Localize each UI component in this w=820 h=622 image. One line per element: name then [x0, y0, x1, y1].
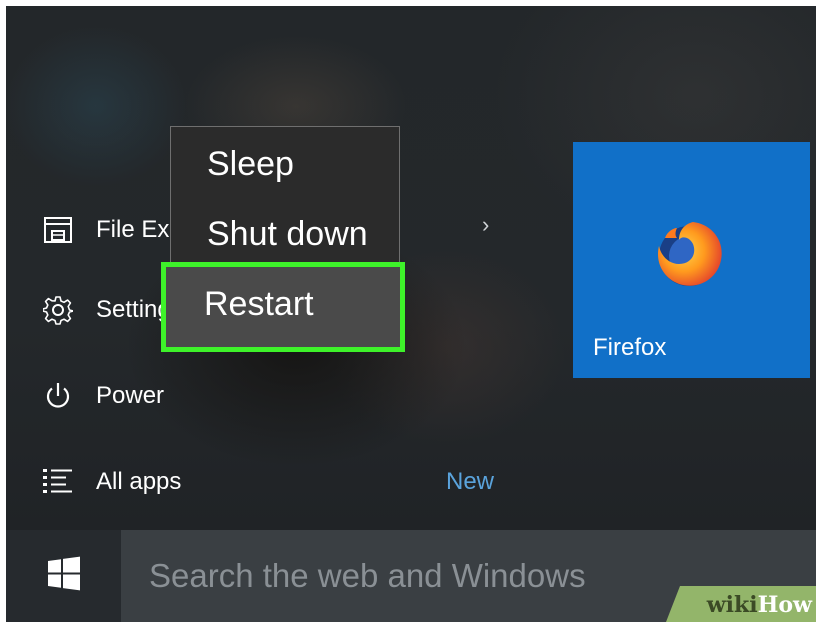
- watermark-part-wiki: wiki: [706, 592, 758, 618]
- watermark-text: wikiHow: [707, 592, 812, 618]
- firefox-tile[interactable]: Firefox: [573, 142, 810, 378]
- windows-logo-icon: [46, 556, 82, 597]
- restart-highlight[interactable]: Restart: [161, 262, 405, 352]
- taskbar: Search the web and Windows wikiHow: [6, 530, 816, 622]
- all-apps-item[interactable]: All apps: [42, 462, 181, 502]
- search-placeholder: Search the web and Windows: [149, 557, 586, 594]
- power-label: Power: [96, 382, 165, 409]
- start-button[interactable]: [6, 530, 121, 622]
- power-icon: [42, 380, 74, 412]
- firefox-icon: [653, 216, 729, 297]
- firefox-tile-label: Firefox: [593, 334, 667, 361]
- sleep-option[interactable]: Sleep: [207, 145, 294, 184]
- shut-down-option[interactable]: Shut down: [207, 215, 368, 254]
- file-explorer-icon: [42, 214, 74, 246]
- all-apps-label: All apps: [96, 468, 182, 495]
- start-menu: File Explorer Settings Power All apps › …: [6, 6, 816, 530]
- chevron-right-icon[interactable]: ›: [482, 212, 489, 238]
- new-badge: New: [446, 468, 495, 495]
- power-item[interactable]: Power: [42, 376, 164, 416]
- wikihow-watermark: wikiHow: [666, 586, 816, 622]
- watermark-part-how: How: [757, 592, 812, 618]
- list-icon: [42, 466, 74, 498]
- gear-icon: [42, 294, 74, 326]
- screenshot-frame: File Explorer Settings Power All apps › …: [6, 6, 816, 622]
- restart-option[interactable]: Restart: [204, 285, 314, 324]
